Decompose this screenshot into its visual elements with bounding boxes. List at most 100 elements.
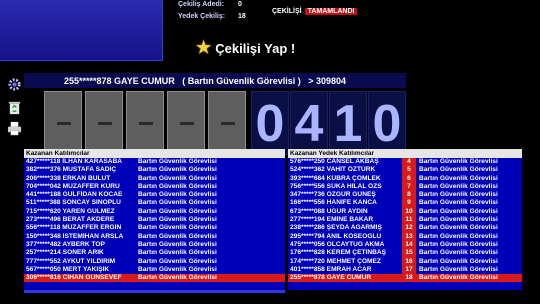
list-row[interactable]: 511*****388 SONCAY SİNOPLU Bartın Güvenli… — [24, 199, 285, 207]
list-row[interactable]: 295*****794 ANIL KÖSEOĞLU 13 Bartın Güvenl… — [288, 232, 522, 241]
row-name: 150*****348 İSTEMİHAN ARSLA — [26, 232, 124, 240]
row-name: 176*****828 KEREM ÇETİNBAŞ — [290, 249, 387, 257]
row-rank: 9 — [402, 199, 416, 208]
row-unit: Bartın Güvenlik Görevlisi — [419, 224, 498, 232]
row-unit: Bartın Güvenlik Görevlisi — [419, 191, 498, 199]
row-unit: Bartın Güvenlik Görevlisi — [138, 199, 217, 207]
top-panel — [0, 0, 163, 61]
row-unit: Bartın Güvenlik Görevlisi — [138, 257, 217, 265]
list-row[interactable]: 715*****620 YAREN GÜLMEZ Bartın Güvenlik … — [24, 208, 285, 216]
row-name: 567*****050 MERT YAKIŞIK — [26, 265, 110, 273]
counter-digit: 4 — [290, 91, 328, 155]
list-row[interactable]: 673*****088 UĞUR AYDIN 10 Bartın Güvenlik … — [288, 207, 522, 217]
row-unit: Bartın Güvenlik Görevlisi — [138, 274, 217, 282]
reserves-list[interactable]: Kazanan Yedek Katılımcılar 576*****250 C… — [288, 149, 522, 290]
list-row[interactable]: 206*****338 ERKAN BULUT Bartın Güvenlik G… — [24, 175, 285, 183]
list-row[interactable]: 401*****858 EMRAH ACAR 17 Bartın Güvenlik … — [288, 265, 522, 275]
row-name: 295*****794 ANIL KÖSEOĞLU — [290, 232, 382, 240]
list-row[interactable]: 556*****118 MUZAFFER ERGİN Bartın Güvenli… — [24, 224, 285, 232]
counter-digit: 0 — [251, 91, 289, 155]
row-name: 166*****556 HANİFE KANCA — [290, 199, 377, 207]
list-row[interactable]: 166*****556 HANİFE KANCA 9 Bartın Güvenlik… — [288, 199, 522, 208]
empty-slot — [167, 91, 205, 155]
row-name: 556*****118 MUZAFFER ERGİN — [26, 224, 122, 232]
row-name: 401*****858 EMRAH ACAR — [290, 265, 372, 273]
row-rank: 12 — [402, 224, 416, 233]
draw-button-label: Çekilişi Yap ! — [215, 40, 296, 56]
list-row[interactable]: 255*****878 GAYE CUMUR 18 Bartın Güvenlik … — [288, 274, 522, 283]
row-name: 475*****056 OLCAYTUĞ AKMA — [290, 240, 385, 248]
row-name: 306*****816 CİHAN GÜNSEVEF — [26, 274, 122, 282]
row-unit: Bartın Güvenlik Görevlisi — [419, 158, 498, 165]
list-row[interactable]: 704*****042 MÜZAFFER KURU Bartın Güvenlik… — [24, 183, 285, 191]
recycle-bin-icon[interactable] — [6, 99, 22, 115]
row-unit: Bartın Güvenlik Görevlisi — [419, 257, 498, 265]
row-name: 273*****496 BERAT AKDERE — [26, 216, 115, 224]
row-unit: Bartın Güvenlik Görevlisi — [419, 274, 498, 282]
row-name: 257*****214 SONER ARIK — [26, 249, 104, 257]
row-rank: 13 — [402, 232, 416, 241]
list-row[interactable]: 524*****362 VAHİT ÖZTÜRK 5 Bartın Güvenlik… — [288, 166, 522, 175]
row-name: 206*****338 ERKAN BULUT — [26, 174, 111, 182]
list-row[interactable]: 238*****286 ŞEYDA AĞARMIŞ 12 Bartın Güvenl… — [288, 224, 522, 233]
row-name: 382*****376 MUSTAFA SADIÇ — [26, 166, 117, 174]
row-rank: 8 — [402, 191, 416, 200]
list-row[interactable]: 756*****556 SÜKA HİLAL ÖZS 7 Bartın Güvenl… — [288, 182, 522, 192]
list-row[interactable]: 382*****376 MUSTAFA SADIÇ Bartın Güvenlik… — [24, 166, 285, 174]
counter-digit: 0 — [368, 91, 406, 155]
empty-slot — [208, 91, 246, 155]
list-row[interactable]: 277*****194 EMİNE BAKAR 11 Bartın Güvenlik… — [288, 216, 522, 225]
list-row[interactable]: 273*****496 BERAT AKDERE Bartın Güvenlik … — [24, 216, 285, 224]
draw-count-value: 0 — [238, 1, 242, 8]
reserve-count-value: 18 — [238, 13, 246, 20]
row-rank: 14 — [402, 240, 416, 250]
row-unit: Bartın Güvenlik Görevlisi — [138, 240, 217, 248]
list-row[interactable]: 576*****250 CANSEL AKBAŞ 4 Bartın Güvenlik… — [288, 158, 522, 167]
draw-count: Çekiliş Adedi: 0 — [178, 1, 242, 8]
winners-list[interactable]: Kazanan Katılımcılar 427*****118 İLHAN K… — [24, 149, 285, 290]
row-name: 347*****736 ÖZGÜR GÜNEŞ — [290, 191, 376, 199]
row-unit: Bartın Güvenlik Görevlisi — [138, 158, 217, 165]
list-row[interactable]: 475*****056 OLCAYTUĞ AKMA 14 Bartın Güvenl… — [288, 240, 522, 250]
row-unit: Bartın Güvenlik Görevlisi — [419, 216, 498, 224]
row-unit: Bartın Güvenlik Görevlisi — [419, 166, 498, 174]
row-name: 255*****878 GAYE CUMUR — [290, 274, 372, 282]
empty-slot — [126, 91, 164, 155]
list-row[interactable]: 777*****552 AYKUT YILDIRIM Bartın Güvenli… — [24, 258, 285, 266]
list-row[interactable]: 377*****482 AYBERK TOP Bartın Güvenlik Gö… — [24, 241, 285, 249]
list-scrollbar[interactable] — [24, 290, 285, 293]
list-row[interactable]: 567*****050 MERT YAKIŞIK Bartın Güvenlik … — [24, 266, 285, 274]
list-row[interactable]: 441*****188 GÜLFİDAN KOCAE Bartın Güvenli… — [24, 191, 285, 199]
row-unit: Bartın Güvenlik Görevlisi — [138, 174, 217, 182]
row-unit: Bartın Güvenlik Görevlisi — [138, 265, 217, 273]
counter-digit: 1 — [329, 91, 367, 155]
list-row[interactable]: 176*****828 KEREM ÇETİNBAŞ 15 Bartın Güven… — [288, 249, 522, 258]
row-name: 174*****720 MEHMET ÇÖMEZ — [290, 257, 381, 265]
star-icon: ★ — [196, 38, 212, 57]
row-rank: 10 — [402, 207, 416, 217]
row-name: 441*****188 GÜLFİDAN KOCAE — [26, 191, 123, 199]
row-unit: Bartın Güvenlik Görevlisi — [138, 166, 217, 174]
list-row[interactable]: 257*****214 SONER ARIK Bartın Güvenlik Gö… — [24, 249, 285, 257]
row-unit: Bartın Güvenlik Görevlisi — [419, 240, 498, 248]
row-unit: Bartın Güvenlik Görevlisi — [138, 182, 217, 190]
printer-icon[interactable] — [6, 120, 22, 136]
list-row[interactable]: 174*****720 MEHMET ÇÖMEZ 16 Bartın Güvenli… — [288, 257, 522, 266]
row-rank: 17 — [402, 265, 416, 275]
list-row[interactable]: 393*****684 KÜBRA ÇÖMLEK 6 Bartın Güvenlik… — [288, 174, 522, 183]
row-name: 704*****042 MÜZAFFER KURU — [26, 182, 120, 190]
gear-icon[interactable] — [6, 76, 22, 92]
current-winner-banner: 255*****878 GAYE CUMUR ( Bartın Güvenlik… — [24, 73, 406, 88]
list-row[interactable]: 306*****816 CİHAN GÜNSEVEF Bartın Güvenli… — [24, 274, 285, 283]
row-name: 511*****388 SONCAY SİNOPLU — [26, 199, 121, 207]
status-prefix: ÇEKİLİŞİ — [272, 8, 302, 15]
row-rank: 7 — [402, 182, 416, 192]
list-row[interactable]: 427*****118 İLHAN KARASABA Bartın Güvenli… — [24, 158, 285, 166]
reserve-count-label: Yedek Çekiliş: — [178, 13, 226, 20]
row-rank: 4 — [402, 158, 416, 167]
draw-button[interactable]: ★ Çekilişi Yap ! — [196, 36, 295, 60]
list-row[interactable]: 347*****736 ÖZGÜR GÜNEŞ 8 Bartın Güvenlik … — [288, 191, 522, 200]
reserves-list-header: Kazanan Yedek Katılımcılar — [288, 149, 522, 158]
row-rank: 5 — [402, 166, 416, 175]
list-row[interactable]: 150*****348 İSTEMİHAN ARSLA Bartın Güvenl… — [24, 233, 285, 241]
